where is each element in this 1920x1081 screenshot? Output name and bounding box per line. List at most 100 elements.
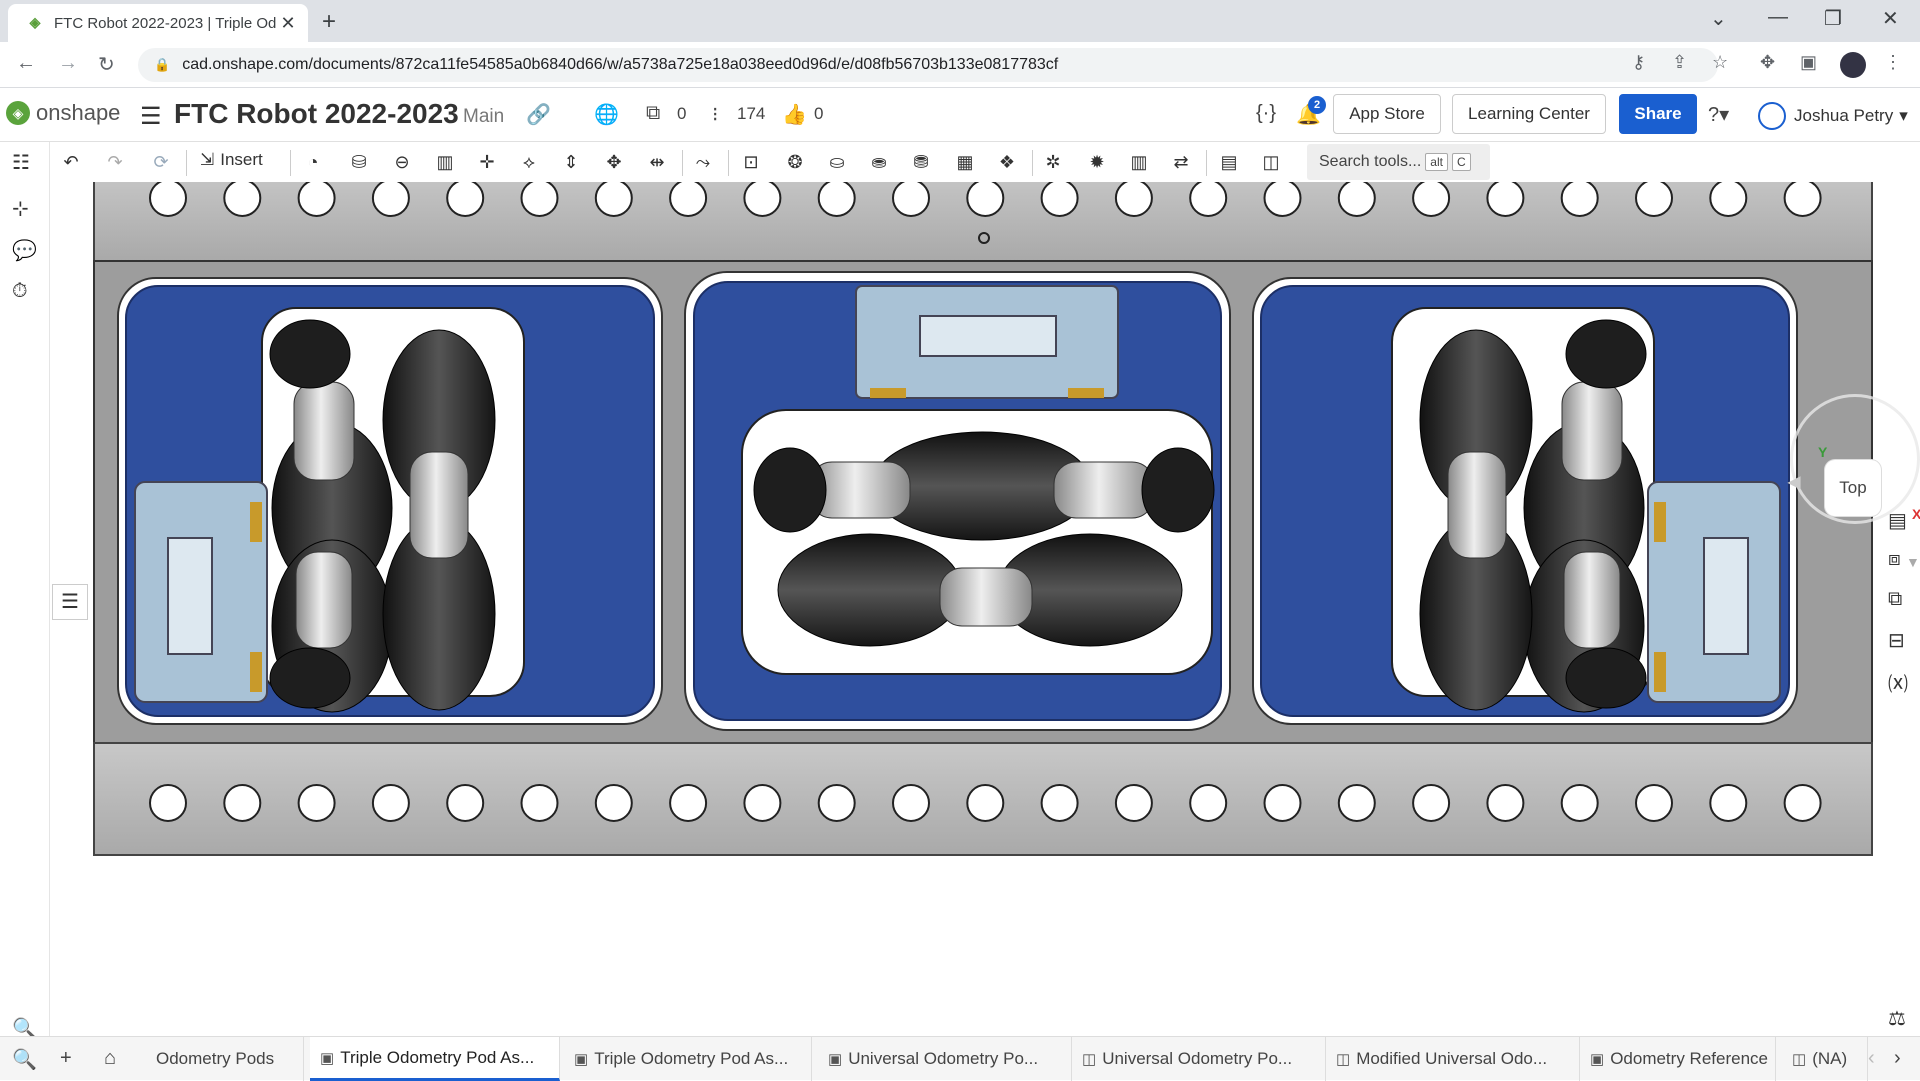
new-tab-icon[interactable]: + — [322, 8, 336, 36]
mate-relation-icon[interactable]: ⛀ — [824, 150, 850, 174]
user-menu[interactable]: Joshua Petry ▾ — [1758, 102, 1908, 130]
minimize-icon[interactable]: — — [1768, 6, 1788, 29]
cylindrical-mate-icon[interactable]: ⟡ — [516, 150, 542, 174]
onshape-logo[interactable]: ◈ onshape — [6, 100, 120, 126]
mate-connector-icon[interactable]: ◔ — [300, 150, 326, 174]
forward-icon[interactable]: → — [58, 52, 78, 75]
browser-address-bar: ← → ↻ 🔒 cad.onshape.com/documents/872ca1… — [0, 42, 1920, 88]
tab-triple-odometry-pod[interactable]: ▣ Triple Odometry Pod As... — [564, 1037, 812, 1081]
configurations-icon[interactable]: ⊟ — [1888, 628, 1905, 653]
close-tab-icon[interactable]: ✕ — [278, 13, 298, 34]
comments-icon[interactable]: 💬 — [12, 238, 37, 263]
assembly-model[interactable] — [50, 182, 1920, 1042]
search-tabs-icon[interactable]: 🔍 — [12, 1047, 37, 1072]
revolute-mate-icon[interactable]: ⊖ — [389, 150, 415, 174]
history-icon[interactable]: ⁝ — [712, 102, 718, 127]
document-menu-icon[interactable]: ☰ — [140, 102, 162, 131]
tab-odometry-reference[interactable]: ▣ Odometry Reference — [1580, 1037, 1776, 1081]
link-icon[interactable]: 🔗 — [526, 102, 551, 127]
graphics-icon[interactable]: ⚖ — [1888, 1006, 1906, 1031]
tab-universal-odometry-1[interactable]: ▣ Universal Odometry Po... — [818, 1037, 1072, 1081]
rail-hole — [1189, 784, 1228, 822]
group-icon[interactable]: ⊡ — [738, 150, 764, 174]
tab-modified-universal[interactable]: ◫ Modified Universal Odo... — [1326, 1037, 1580, 1081]
tab-search-icon[interactable]: ⌄ — [1710, 6, 1727, 31]
measure-icon[interactable]: ⇄ — [1168, 150, 1194, 174]
properties-icon[interactable]: ▤ — [1888, 508, 1907, 533]
bookmark-star-icon[interactable]: ☆ — [1712, 52, 1728, 73]
search-tools-field[interactable]: Search tools... alt C — [1307, 144, 1490, 180]
browser-tab-strip: ◈ FTC Robot 2022-2023 | Triple Od ✕ + ⌄ … — [0, 0, 1920, 42]
maximize-icon[interactable]: ❐ — [1824, 6, 1842, 31]
variable-braces-icon[interactable]: {·} — [1256, 102, 1276, 125]
section-view-icon[interactable]: ▤ — [1216, 150, 1242, 174]
add-tab-icon[interactable]: + — [60, 1047, 72, 1070]
scroll-tabs-left-icon[interactable]: ‹ — [1868, 1047, 1875, 1070]
screw-relation-icon[interactable]: ▦ — [952, 150, 978, 174]
slider-mate-icon[interactable]: ▥ — [432, 150, 458, 174]
document-title[interactable]: FTC Robot 2022-2023 — [174, 98, 459, 130]
top-rail-holes — [149, 182, 1822, 217]
versions-icon[interactable]: ⧉ — [646, 102, 660, 125]
learning-center-button[interactable]: Learning Center — [1452, 94, 1606, 134]
share-page-icon[interactable]: ⇪ — [1672, 52, 1687, 73]
view-cube[interactable]: Top Y X ◀ ▶ ▼ — [1788, 382, 1920, 570]
like-icon[interactable]: 👍 — [782, 102, 807, 127]
chrome-menu-icon[interactable]: ⋮ — [1884, 52, 1902, 73]
rail-hole — [1263, 182, 1302, 217]
rack-pinion-icon[interactable]: ⛃ — [908, 150, 934, 174]
tab-na[interactable]: ◫ (NA) — [1782, 1037, 1868, 1081]
share-button[interactable]: Share — [1619, 94, 1697, 134]
tab-label: Modified Universal Odo... — [1356, 1049, 1548, 1068]
back-icon[interactable]: ← — [16, 52, 36, 75]
public-globe-icon[interactable]: 🌐 — [594, 102, 619, 127]
replicate-icon[interactable]: ❂ — [782, 150, 808, 174]
profile-avatar[interactable] — [1840, 52, 1866, 78]
view-cube-top-face[interactable]: Top — [1825, 460, 1881, 516]
reload-icon[interactable]: ↻ — [98, 52, 115, 77]
bom-icon[interactable]: ⧉ — [1888, 588, 1902, 611]
compare-icon[interactable]: ◫ — [1258, 150, 1284, 174]
tab-odometry-pods[interactable]: Odometry Pods — [146, 1037, 304, 1081]
variables-icon[interactable]: ⒳ — [1888, 668, 1908, 697]
feature-list-icon[interactable]: ☷ — [12, 150, 30, 175]
tab-triple-odometry-pod-active[interactable]: ▣ Triple Odometry Pod As... — [310, 1037, 560, 1081]
pattern-icon[interactable]: ✲ — [1040, 150, 1066, 174]
redo-icon[interactable]: ↷ — [102, 150, 128, 174]
history-stopwatch-icon[interactable]: ⏱ — [12, 280, 28, 303]
key-icon[interactable]: ⚷ — [1632, 52, 1645, 73]
undo-icon[interactable]: ↶ — [58, 150, 84, 174]
branch-name[interactable]: Main — [463, 106, 504, 128]
linear-relation-icon[interactable]: ❖ — [994, 150, 1020, 174]
explode-view-icon[interactable]: ▥ — [1126, 150, 1152, 174]
circular-pattern-icon[interactable]: ✹ — [1084, 150, 1110, 174]
update-icon[interactable]: ⟳ — [148, 150, 174, 174]
browser-tab[interactable]: ◈ FTC Robot 2022-2023 | Triple Od ✕ — [8, 4, 308, 42]
planar-mate-icon[interactable]: ✛ — [474, 150, 500, 174]
feature-list-toggle-icon[interactable]: ☰ — [52, 584, 88, 620]
3d-viewport[interactable]: Top Y X ◀ ▶ ▼ — [50, 182, 1920, 1042]
url-text: cad.onshape.com/documents/872ca11fe54585… — [182, 56, 1059, 73]
rotate-left-icon[interactable]: ◀ — [1788, 472, 1800, 492]
tangent-mate-icon[interactable]: ⤳ — [690, 150, 716, 174]
fastened-mate-icon[interactable]: ⛁ — [346, 150, 372, 174]
scroll-tabs-right-icon[interactable]: › — [1894, 1047, 1901, 1070]
view-menu-chevron-icon[interactable]: ▼ — [1906, 554, 1920, 570]
appearance-icon[interactable]: ⧈ — [1888, 548, 1901, 571]
side-panel-icon[interactable]: ▣ — [1800, 52, 1817, 73]
app-store-button[interactable]: App Store — [1333, 94, 1441, 134]
left-panel-rail: ☷ ⊹ 💬 ⏱ 🔍 — [0, 142, 50, 1042]
tab-universal-odometry-2[interactable]: ◫ Universal Odometry Po... — [1072, 1037, 1326, 1081]
ball-mate-icon[interactable]: ✥ — [601, 150, 627, 174]
home-icon[interactable]: ⌂ — [104, 1047, 116, 1070]
close-window-icon[interactable]: ✕ — [1882, 6, 1899, 31]
instances-icon[interactable]: ⊹ — [12, 196, 29, 221]
help-icon[interactable]: ?▾ — [1708, 102, 1729, 127]
pin-slot-mate-icon[interactable]: ⇕ — [558, 150, 584, 174]
extensions-icon[interactable]: ✥ — [1760, 52, 1775, 73]
insert-button[interactable]: ⇲ Insert — [200, 150, 263, 170]
parallel-mate-icon[interactable]: ⇹ — [644, 150, 670, 174]
url-field[interactable]: 🔒 cad.onshape.com/documents/872ca11fe545… — [138, 48, 1718, 82]
rail-hole — [1783, 784, 1822, 822]
gear-relation-icon[interactable]: ⛂ — [866, 150, 892, 174]
